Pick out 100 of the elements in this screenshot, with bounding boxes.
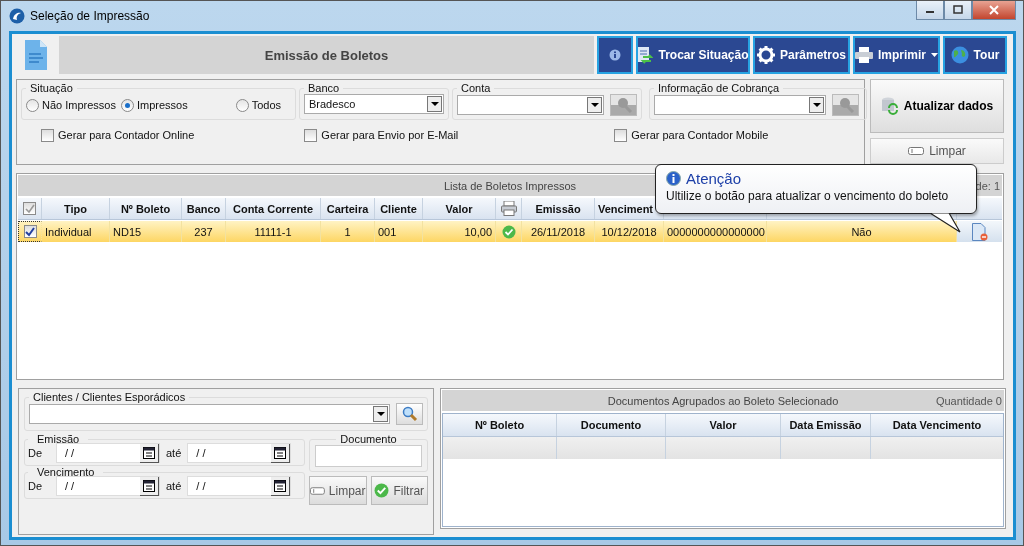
date-field[interactable]: / / [187,476,292,496]
column-header[interactable]: Venciment [598,202,654,215]
table-cell: 001 [378,225,397,238]
form-title: Emissão de Boletos [59,36,594,74]
checkbox-option[interactable]: Gerar para Contador Online [41,128,195,142]
dropdown-arrow-icon [376,412,385,416]
radio-icon[interactable] [235,98,249,112]
radio-option[interactable]: Todos [235,98,281,112]
table-cell: 237 [194,225,213,238]
checkbox[interactable] [41,128,54,142]
clear-button[interactable]: Limpar [870,138,1004,164]
column-header[interactable]: Nº Boleto [120,202,171,215]
group-label: Conta [460,82,492,94]
calendar-icon [143,446,155,459]
table-cell: 0000000000000000 [667,225,765,238]
maximize-icon [953,5,963,15]
bank-dropdown[interactable]: Bradesco [304,94,444,114]
check-circle-icon [374,483,390,498]
document-arrows-icon [637,46,654,64]
date-field[interactable]: / / [56,476,160,496]
radio-icon[interactable] [121,98,134,112]
column-header[interactable]: Valor [709,419,737,431]
calendar-icon [143,479,155,492]
column-header[interactable]: Data Vencimento [892,419,982,431]
clear-button[interactable]: Limpar [309,476,367,505]
date-field[interactable]: / / [56,443,160,463]
column-header[interactable]: Valor [445,202,473,215]
maximize-button[interactable] [944,1,972,20]
search-icon [401,406,418,422]
calendar-icon [274,446,287,459]
dropdown-arrow-icon [430,102,439,106]
group-label: Vencimento [36,466,96,478]
checkbox[interactable] [614,128,628,142]
document-icon [25,40,47,70]
column-header[interactable]: Cliente [380,202,417,215]
eraser-icon [310,486,325,495]
filter-button[interactable]: Filtrar [370,476,428,505]
table-cell: ND15 [113,225,142,238]
update-due-date-button[interactable] [972,222,988,241]
account-dropdown[interactable] [457,95,605,115]
printer-icon [855,47,873,63]
row-checkbox[interactable] [23,225,37,238]
radio-option[interactable]: Não Impressos [26,98,116,112]
eraser-icon [908,147,925,155]
dropdown-arrow-icon [812,103,821,107]
search-button[interactable] [396,403,423,425]
document-count: Quantidade 0 [935,394,1002,407]
gear-icon [757,46,775,64]
group-label: Emissão [36,433,81,445]
column-header[interactable]: Carteira [326,202,369,215]
table-cell: 1 [344,225,351,238]
radio-option[interactable]: Impressos [121,98,188,112]
column-header[interactable]: Documento [580,419,642,431]
dropdown-arrow-icon [590,103,599,107]
column-header[interactable]: Nº Boleto [474,419,525,431]
table-cell: 26/11/2018 [530,225,586,238]
refresh-button[interactable]: Atualizar dados [870,79,1004,133]
table-cell: Individual [45,225,92,238]
toolbar-button[interactable]: Parâmetros [753,36,850,74]
search-button[interactable] [610,94,637,116]
document-field[interactable] [315,445,422,467]
table-row[interactable]: Individual ND15 237 11111-1 1 001 10,00 26/11/2018 10/12/2018 0000000000000000 Não [18,221,1002,242]
select-all-checkbox[interactable] [23,202,36,215]
column-header[interactable]: Tipo [64,202,87,215]
close-icon [989,5,999,15]
checkbox-option[interactable]: Gerar para Envio por E-Mail [304,128,459,142]
group-label: Banco [307,82,341,94]
column-header[interactable]: Conta Corrente [232,202,314,215]
calendar-icon [274,479,287,492]
group-label: Situação [29,82,74,94]
billing-dropdown[interactable] [654,95,826,115]
tooltip-title: Atenção [686,170,742,187]
table-cell: 10,00 [464,225,492,238]
field-label: até [166,480,182,492]
toolbar-button[interactable] [597,36,633,74]
column-header[interactable]: Data Emissão [789,419,862,431]
search-button[interactable] [832,94,859,116]
table-cell: 11111-1 [254,225,292,238]
minimize-button[interactable] [916,1,944,20]
field-label: até [166,447,182,459]
document-minus-icon [972,222,988,241]
panel-title: Documentos Agrupados ao Boleto Selecionado [607,394,839,407]
database-refresh-icon [880,97,899,115]
toolbar-button[interactable]: Tour [943,36,1007,74]
checkbox[interactable] [304,128,318,142]
printer-icon [500,201,517,216]
column-header[interactable]: Emissão [535,202,581,215]
radio-icon[interactable] [26,98,39,112]
close-button[interactable] [972,1,1016,20]
client-dropdown[interactable] [29,404,391,424]
toolbar-button[interactable]: Imprimir [853,36,940,74]
column-header[interactable]: Banco [186,202,221,215]
field-label: De [28,447,44,459]
checkbox-option[interactable]: Gerar para Contador Mobile [614,128,769,142]
group-label: Documento [339,433,398,445]
toolbar-button[interactable]: Trocar Situação [636,36,750,74]
list-title: Lista de Boletos Impressos [443,179,577,192]
window-title: Seleção de Impressão [30,9,150,23]
date-field[interactable]: / / [187,443,292,463]
group-label: Informação de Cobrança [657,82,781,94]
